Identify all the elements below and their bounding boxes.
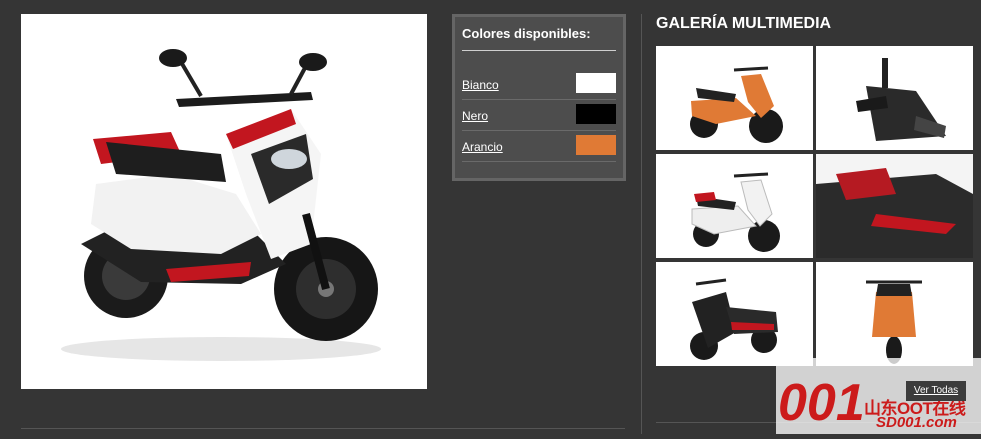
gallery-thumb-black-scooter[interactable] — [656, 262, 813, 366]
scooter-rear-image — [866, 280, 922, 364]
color-swatch-nero[interactable] — [576, 104, 616, 124]
color-link-arancio[interactable]: Arancio — [462, 140, 503, 154]
content-divider — [21, 428, 625, 429]
seat-closeup-image — [816, 154, 973, 258]
watermark-logo: 001 — [778, 374, 865, 432]
color-swatch-bianco[interactable] — [576, 73, 616, 93]
see-all-button[interactable]: Ver Todas — [906, 381, 966, 401]
watermark-site-text: SD001.com — [876, 414, 957, 431]
color-link-bianco[interactable]: Bianco — [462, 78, 499, 92]
gallery-thumb-white-scooter[interactable] — [656, 154, 813, 258]
scooter-illustration — [61, 49, 381, 361]
gallery-title: GALERÍA MULTIMEDIA — [656, 15, 832, 32]
color-option-bianco: Bianco — [462, 69, 616, 100]
white-scooter-image — [691, 172, 780, 252]
main-product-image — [21, 14, 427, 389]
available-colors-panel: Colores disponibles: Bianco Nero Arancio — [452, 14, 626, 181]
colors-panel-title: Colores disponibles: — [462, 26, 591, 41]
handlebar-closeup-image — [856, 58, 946, 141]
color-option-arancio: Arancio — [462, 131, 616, 162]
color-swatch-arancio[interactable] — [576, 135, 616, 155]
gallery-thumb-seat[interactable] — [816, 154, 973, 258]
gallery-thumb-scooter-rear[interactable] — [816, 262, 973, 366]
title-divider — [462, 50, 616, 51]
orange-scooter-image — [690, 66, 783, 143]
gallery-thumb-handlebar[interactable] — [816, 46, 973, 150]
watermark-logo-text: 001 — [778, 374, 865, 432]
black-scooter-image — [690, 278, 778, 360]
color-link-nero[interactable]: Nero — [462, 109, 488, 123]
column-divider — [641, 14, 642, 434]
gallery-thumb-orange-scooter[interactable] — [656, 46, 813, 150]
color-option-nero: Nero — [462, 100, 616, 131]
